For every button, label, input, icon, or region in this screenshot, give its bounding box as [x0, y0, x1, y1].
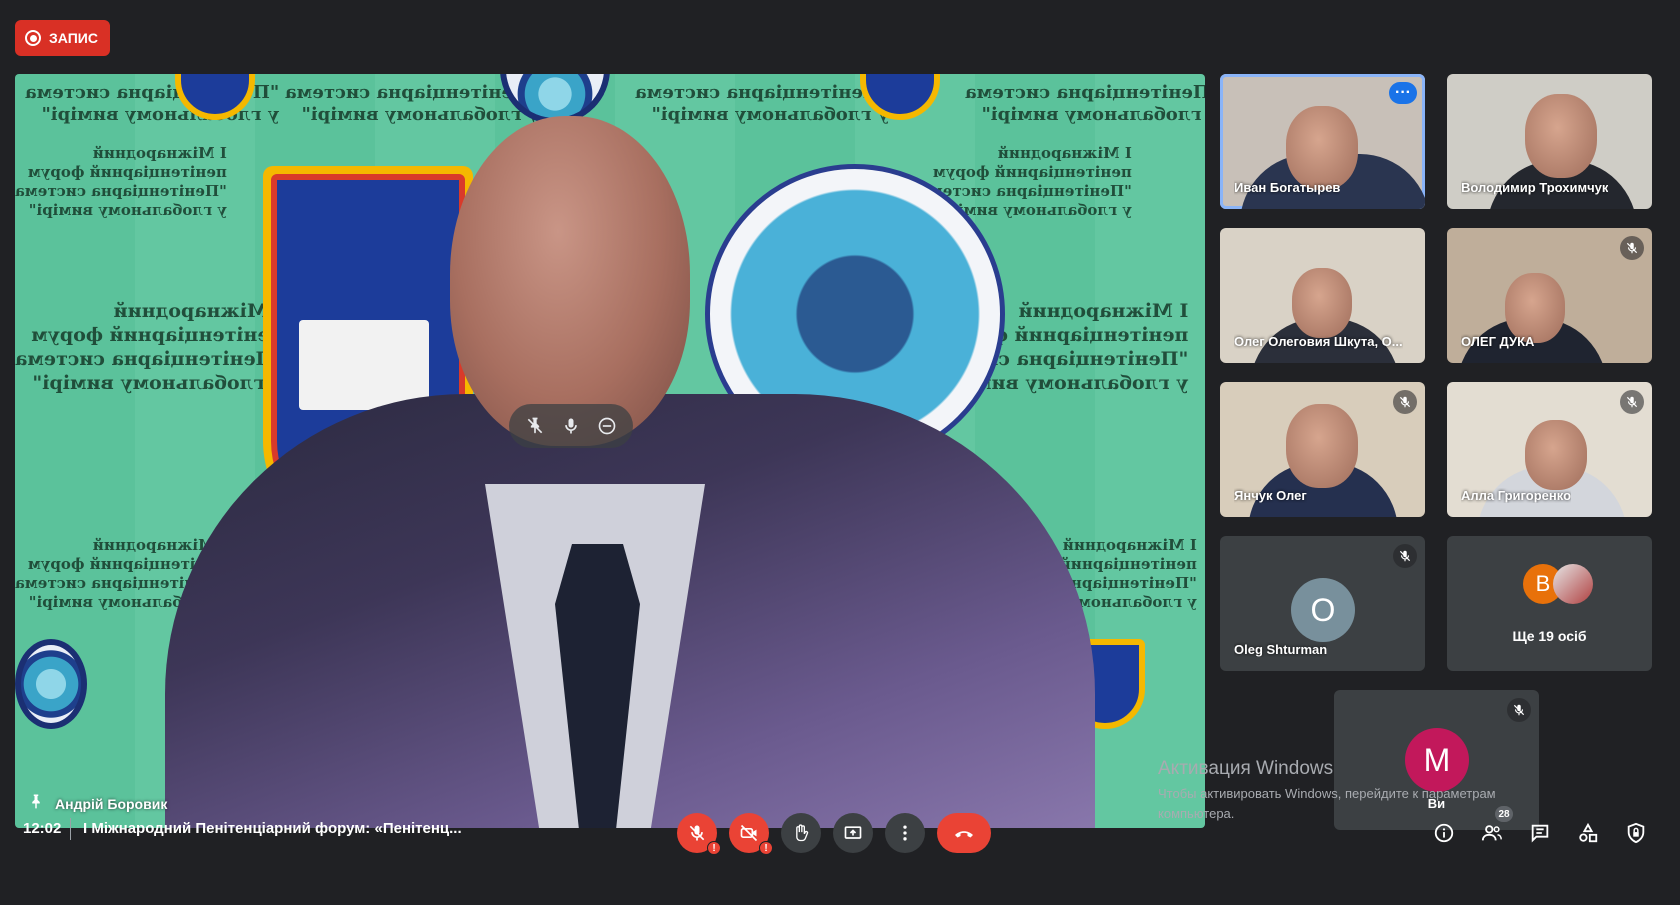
participant-name: Алла Григоренко: [1461, 488, 1572, 503]
unpin-icon[interactable]: [523, 414, 547, 438]
pin-icon: [27, 793, 45, 814]
participant-tile[interactable]: Олег Олеговия Шкута, О...: [1220, 228, 1425, 363]
more-options-button[interactable]: [885, 813, 925, 853]
main-speaker-video[interactable]: "Пенітенціарна система у глобальному вимі…: [15, 74, 1205, 828]
meeting-details-icon[interactable]: [1431, 820, 1457, 846]
participant-tile[interactable]: Алла Григоренко: [1447, 382, 1652, 517]
participant-tile[interactable]: Янчук Олег: [1220, 382, 1425, 517]
participant-tile[interactable]: O Oleg Shturman: [1220, 536, 1425, 671]
record-icon: [25, 30, 41, 46]
people-icon[interactable]: [1479, 820, 1505, 846]
chat-icon[interactable]: [1527, 820, 1553, 846]
warning-icon: !: [707, 841, 721, 855]
leave-call-button[interactable]: [937, 813, 991, 853]
remove-icon[interactable]: [595, 414, 619, 438]
participant-tile[interactable]: Володимир Трохимчук: [1447, 74, 1652, 209]
raise-hand-button[interactable]: [781, 813, 821, 853]
divider: [70, 818, 71, 840]
background-text: I Міжнародний пенітенціарний форум "Пеніт…: [15, 144, 227, 219]
mic-off-icon: [1393, 544, 1417, 568]
background-text: "Пенітенціарна система у глобальному вимі…: [635, 82, 890, 125]
participant-name: Oleg Shturman: [1234, 642, 1328, 657]
meeting-title[interactable]: I Міжнародний Пенітенціарний форум: «Пен…: [83, 820, 462, 837]
background-text: "Пенітенціарна система у глобальному вимі…: [965, 82, 1205, 125]
mic-toggle-button[interactable]: !: [677, 813, 721, 855]
host-controls-icon[interactable]: [1623, 820, 1649, 846]
emblem-logo: [15, 639, 87, 729]
participant-name: Володимир Трохимчук: [1461, 180, 1609, 195]
recording-label: ЗАПИС: [49, 30, 98, 46]
participant-count-badge: 28: [1495, 806, 1513, 822]
participant-name: Олег Олеговия Шкута, О...: [1234, 334, 1403, 349]
mic-off-icon: [1393, 390, 1417, 414]
participant-avatar: O: [1291, 578, 1355, 642]
meeting-time: 12:02: [23, 820, 62, 837]
warning-icon: !: [759, 841, 773, 855]
camera-toggle-button[interactable]: !: [729, 813, 773, 855]
present-screen-button[interactable]: [833, 813, 873, 853]
mic-off-icon: [1620, 236, 1644, 260]
more-participants-label: Ще 19 осіб: [1512, 628, 1587, 644]
activities-icon[interactable]: [1575, 820, 1601, 846]
more-participants-tile[interactable]: В Ще 19 осіб: [1447, 536, 1652, 671]
participant-name: Янчук Олег: [1234, 488, 1307, 503]
tile-hover-controls: [509, 404, 633, 448]
speaker-name-label: Андрій Боровик: [27, 793, 167, 814]
participant-name: ОЛЕГ ДУКА: [1461, 334, 1535, 349]
participant-tile[interactable]: ОЛЕГ ДУКА: [1447, 228, 1652, 363]
mic-icon[interactable]: [559, 414, 583, 438]
participant-tile[interactable]: ··· Иван Богатырев: [1220, 74, 1425, 209]
more-options-icon[interactable]: ···: [1389, 82, 1417, 104]
meet-window: ЗАПИС "Пенітенціарна система у глобальном…: [0, 0, 1680, 905]
participant-avatar-photo: [1553, 564, 1593, 604]
participant-name: Иван Богатырев: [1234, 180, 1341, 195]
background-text: I Міжнародний пенітенціарний форум "Пеніт…: [15, 300, 284, 394]
background-text: "Пенітенціарна система у глобальному вимі…: [285, 82, 540, 125]
speaker-head: [450, 116, 690, 446]
recording-badge[interactable]: ЗАПИС: [15, 20, 110, 56]
mic-off-icon: [1620, 390, 1644, 414]
mic-off-icon: [1507, 698, 1531, 722]
